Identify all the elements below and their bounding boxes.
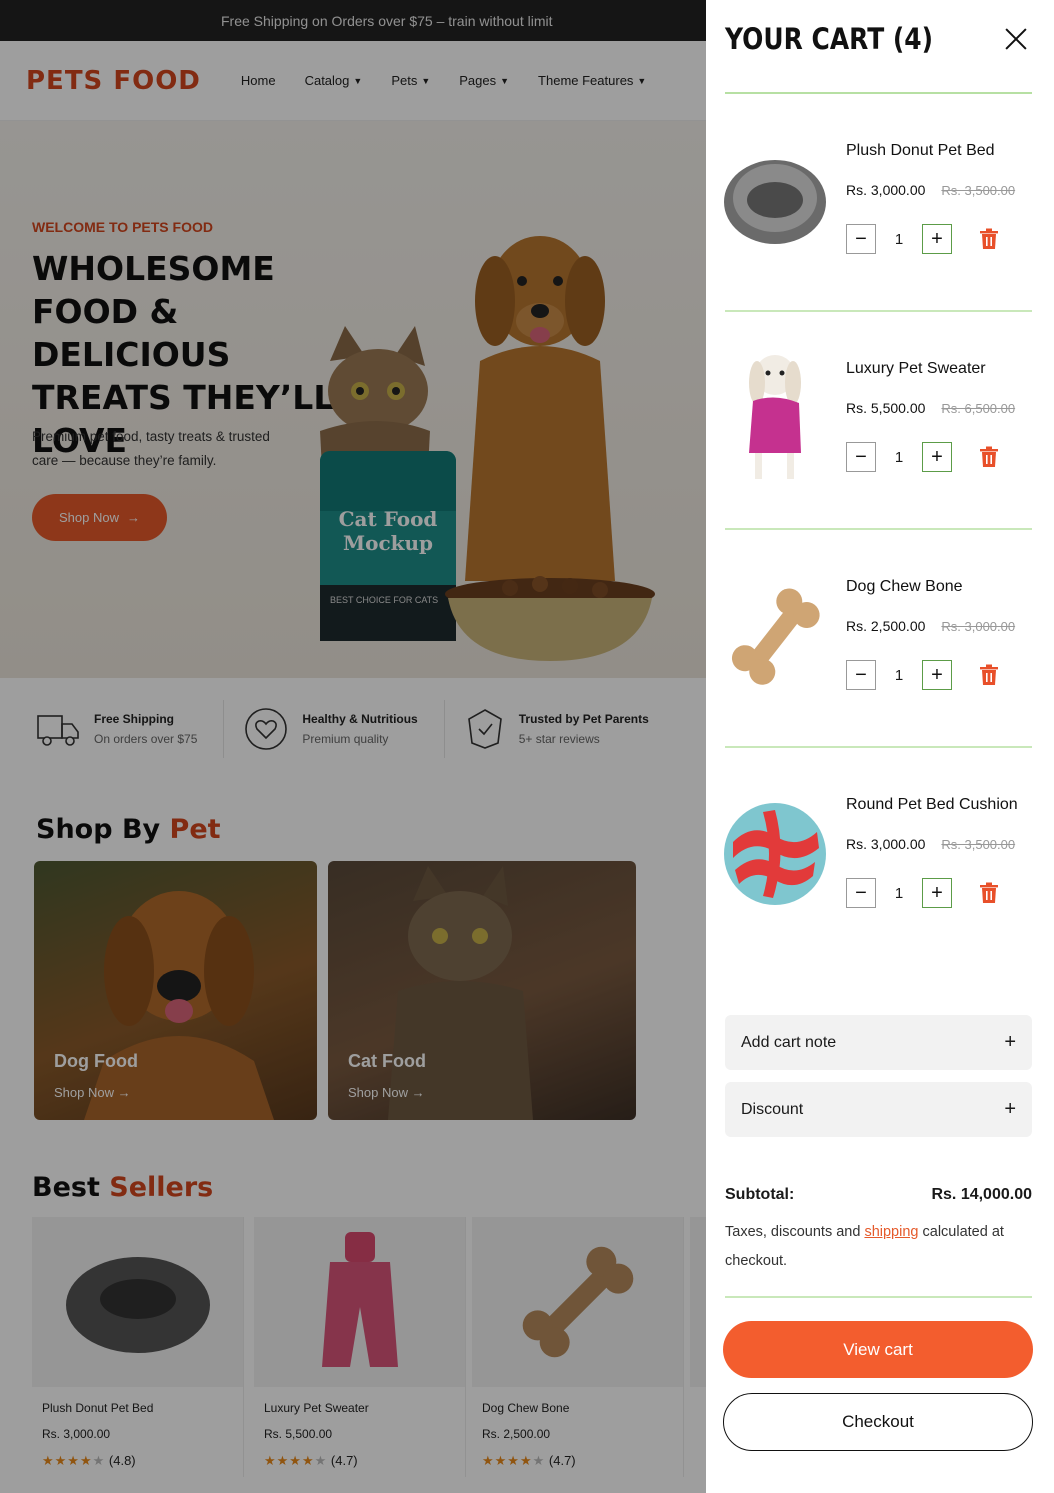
- item-price: Rs. 5,500.00: [846, 400, 926, 416]
- cart-item: Dog Chew Bone Rs. 2,500.00 Rs. 3,000.00 …: [725, 530, 1032, 748]
- trash-icon[interactable]: [979, 664, 999, 686]
- cart-header: YOUR CART (4): [725, 0, 1032, 94]
- item-image[interactable]: [723, 802, 827, 906]
- increase-qty-button[interactable]: +: [922, 660, 952, 690]
- item-prices: Rs. 5,500.00 Rs. 6,500.00: [846, 400, 1015, 416]
- plus-icon: +: [1004, 1098, 1016, 1120]
- item-prices: Rs. 2,500.00 Rs. 3,000.00: [846, 618, 1015, 634]
- accordion-label: Discount: [741, 1100, 804, 1118]
- item-image[interactable]: [723, 148, 827, 252]
- item-compare-price: Rs. 3,000.00: [941, 619, 1016, 634]
- decrease-qty-button[interactable]: −: [846, 878, 876, 908]
- quantity-stepper: − 1 +: [846, 878, 1018, 908]
- round-cushion-image: [724, 803, 826, 905]
- item-price: Rs. 2,500.00: [846, 618, 926, 634]
- quantity-value[interactable]: 1: [876, 667, 922, 684]
- item-name[interactable]: Luxury Pet Sweater: [846, 360, 1015, 378]
- button-label: Checkout: [842, 1412, 914, 1431]
- cart-title: YOUR CART (4): [725, 22, 934, 56]
- view-cart-button[interactable]: View cart: [723, 1321, 1033, 1378]
- accordion-label: Add cart note: [741, 1033, 837, 1051]
- chew-bone-image: [731, 588, 820, 685]
- trash-icon[interactable]: [979, 228, 999, 250]
- checkout-button[interactable]: Checkout: [723, 1393, 1033, 1451]
- subtotal-row: Subtotal: Rs. 14,000.00: [725, 1186, 1032, 1204]
- item-prices: Rs. 3,000.00 Rs. 3,500.00: [846, 182, 1015, 198]
- item-image[interactable]: [723, 584, 827, 688]
- item-prices: Rs. 3,000.00 Rs. 3,500.00: [846, 836, 1018, 852]
- cart-item: Luxury Pet Sweater Rs. 5,500.00 Rs. 6,50…: [725, 312, 1032, 530]
- quantity-stepper: − 1 +: [846, 224, 1015, 254]
- donut-bed-image: [724, 160, 826, 244]
- discount-toggle[interactable]: Discount +: [725, 1082, 1032, 1137]
- tax-text: Taxes, discounts and: [725, 1224, 861, 1240]
- item-info: Round Pet Bed Cushion Rs. 3,000.00 Rs. 3…: [846, 748, 1018, 966]
- quantity-value[interactable]: 1: [876, 231, 922, 248]
- item-info: Dog Chew Bone Rs. 2,500.00 Rs. 3,000.00 …: [846, 530, 1015, 746]
- quantity-value[interactable]: 1: [876, 885, 922, 902]
- cart-items: Plush Donut Pet Bed Rs. 3,000.00 Rs. 3,5…: [723, 94, 1032, 966]
- close-icon[interactable]: [1004, 27, 1028, 51]
- item-info: Luxury Pet Sweater Rs. 5,500.00 Rs. 6,50…: [846, 312, 1015, 528]
- button-label: View cart: [843, 1339, 913, 1359]
- item-name[interactable]: Plush Donut Pet Bed: [846, 142, 1015, 160]
- increase-qty-button[interactable]: +: [922, 224, 952, 254]
- decrease-qty-button[interactable]: −: [846, 442, 876, 472]
- cart-item: Round Pet Bed Cushion Rs. 3,000.00 Rs. 3…: [723, 748, 1032, 966]
- quantity-value[interactable]: 1: [876, 449, 922, 466]
- quantity-stepper: − 1 +: [846, 442, 1015, 472]
- trash-icon[interactable]: [979, 882, 999, 904]
- item-price: Rs. 3,000.00: [846, 836, 926, 852]
- subtotal-label: Subtotal:: [725, 1186, 795, 1203]
- cart-item: Plush Donut Pet Bed Rs. 3,000.00 Rs. 3,5…: [723, 94, 1032, 312]
- quantity-stepper: − 1 +: [846, 660, 1015, 690]
- item-compare-price: Rs. 3,500.00: [941, 183, 1016, 198]
- item-info: Plush Donut Pet Bed Rs. 3,000.00 Rs. 3,5…: [846, 94, 1015, 310]
- decrease-qty-button[interactable]: −: [846, 660, 876, 690]
- tax-note: Taxes, discounts and shipping calculated…: [725, 1218, 1032, 1298]
- shipping-link[interactable]: shipping: [864, 1224, 918, 1240]
- cart-drawer: YOUR CART (4) Plush Donut Pet Bed Rs. 3,…: [706, 0, 1054, 1493]
- drawer-backdrop[interactable]: [0, 0, 706, 1493]
- decrease-qty-button[interactable]: −: [846, 224, 876, 254]
- plus-icon: +: [1004, 1031, 1016, 1053]
- increase-qty-button[interactable]: +: [922, 442, 952, 472]
- add-cart-note-toggle[interactable]: Add cart note +: [725, 1015, 1032, 1070]
- item-image[interactable]: [723, 355, 827, 479]
- item-name[interactable]: Dog Chew Bone: [846, 578, 1015, 596]
- increase-qty-button[interactable]: +: [922, 878, 952, 908]
- sweater-dog-image: [749, 355, 801, 479]
- item-compare-price: Rs. 3,500.00: [941, 837, 1016, 852]
- item-name[interactable]: Round Pet Bed Cushion: [846, 796, 1018, 814]
- subtotal-value: Rs. 14,000.00: [931, 1186, 1032, 1203]
- trash-icon[interactable]: [979, 446, 999, 468]
- item-compare-price: Rs. 6,500.00: [941, 401, 1016, 416]
- item-price: Rs. 3,000.00: [846, 182, 926, 198]
